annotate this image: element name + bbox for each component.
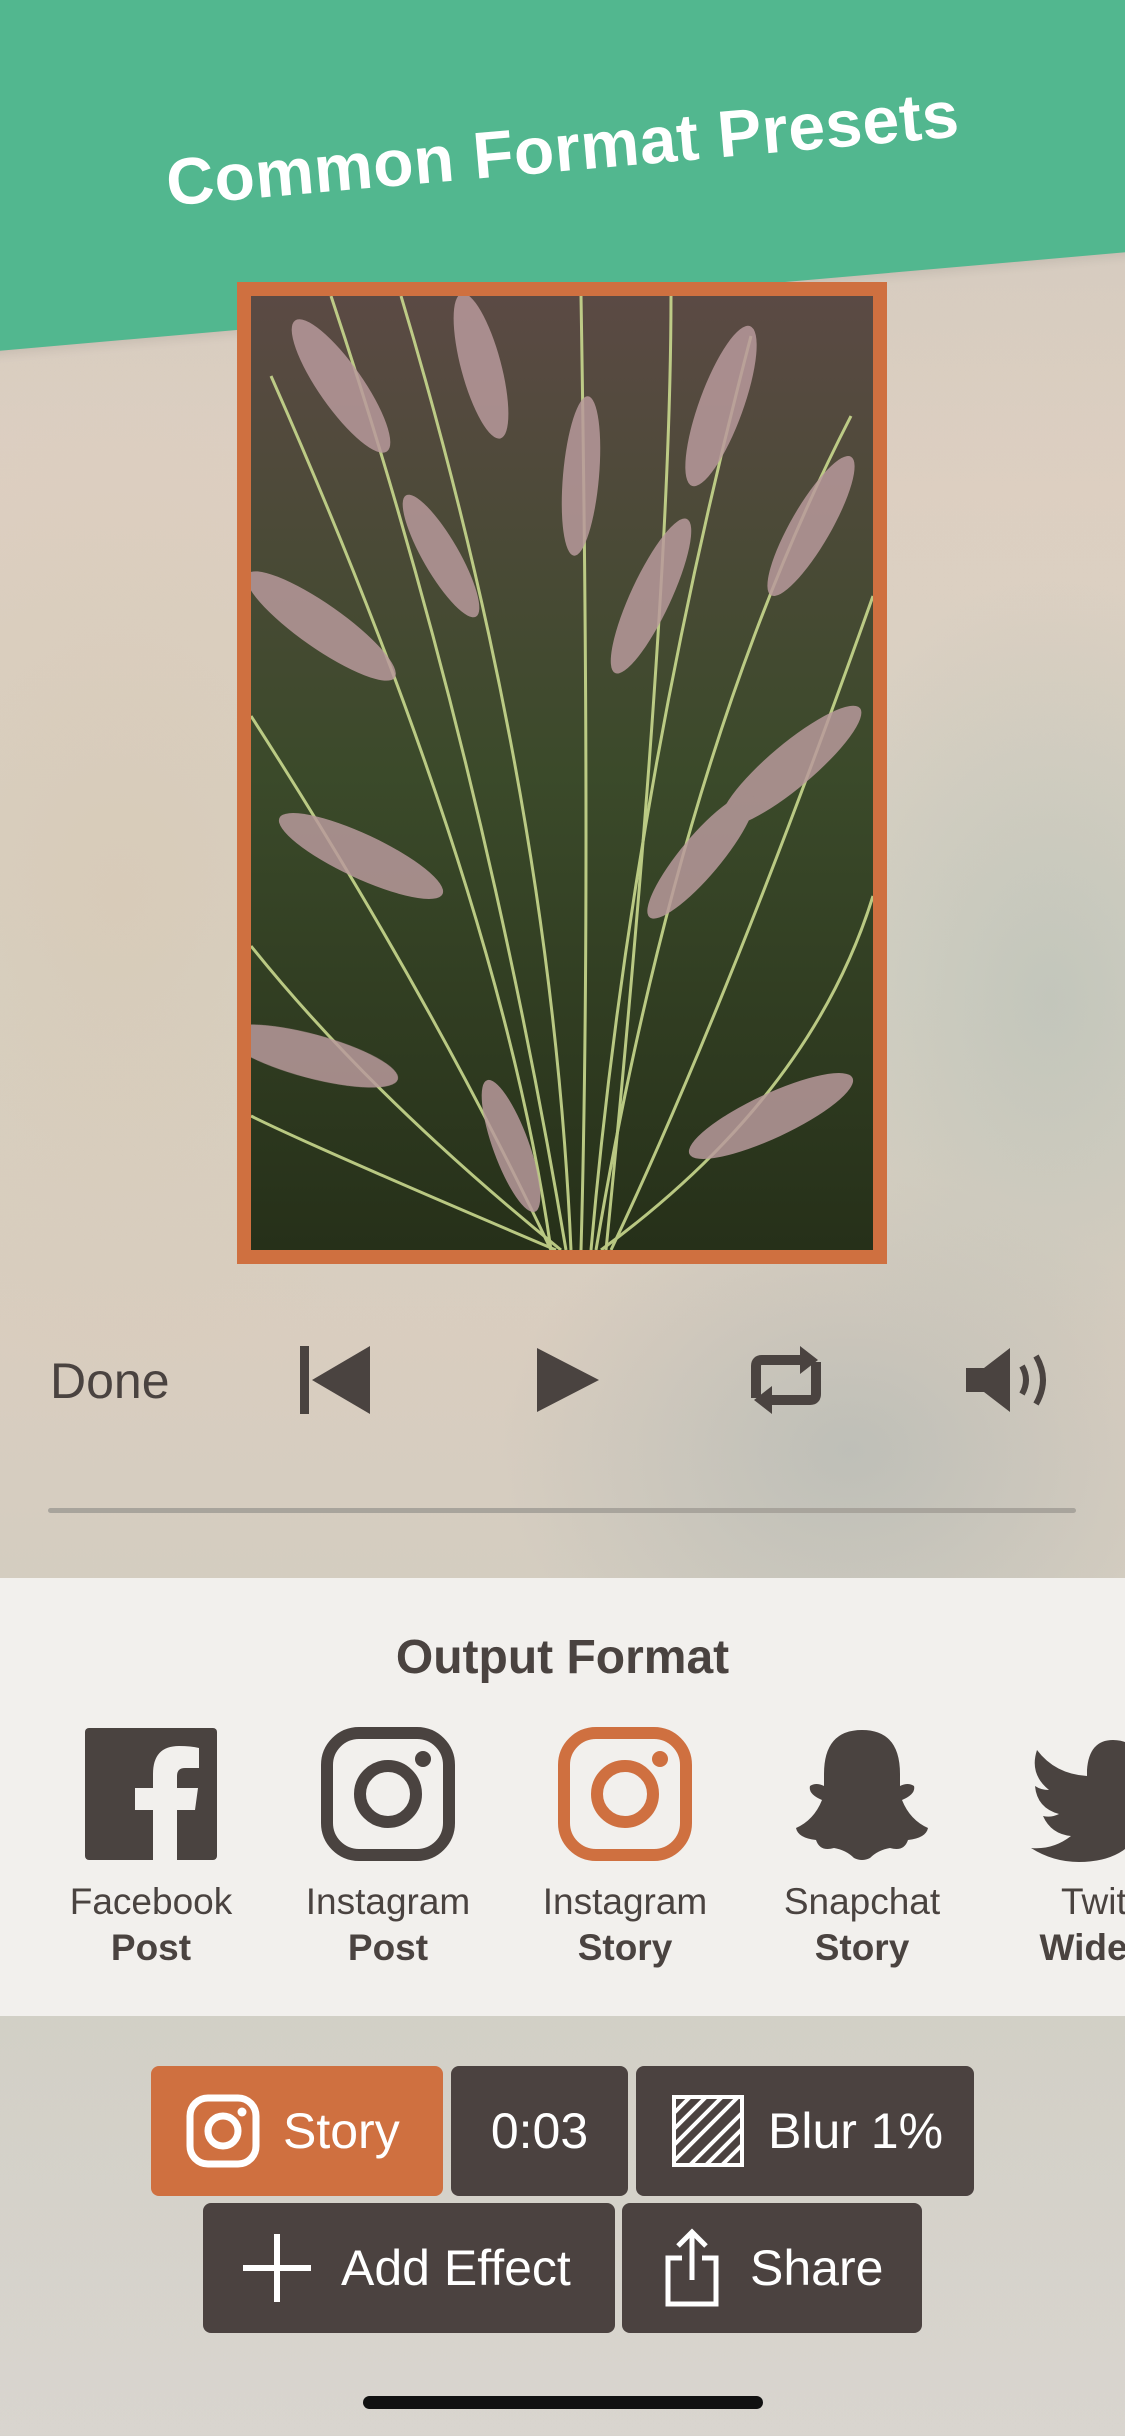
plus-icon: [243, 2234, 311, 2302]
share-label: Share: [750, 2240, 884, 2296]
skip-back-icon[interactable]: [298, 1340, 372, 1420]
loop-icon[interactable]: [738, 1340, 834, 1420]
duration-button[interactable]: 0:03: [451, 2066, 628, 2196]
output-format-panel: Output Format Facebook Post Instagram Po…: [0, 1578, 1125, 2016]
blur-button[interactable]: Blur 1%: [636, 2066, 974, 2196]
playback-controls: Done: [0, 1330, 1125, 1430]
preset-line1: Snapchat: [783, 1881, 941, 1922]
video-preview-frame[interactable]: [237, 282, 887, 1264]
preset-snapchat-story[interactable]: Snapchat Story: [752, 1724, 972, 1969]
facebook-icon: [85, 1728, 217, 1860]
snapchat-icon: [796, 1730, 928, 1860]
blur-icon: [672, 2095, 744, 2167]
volume-icon[interactable]: [964, 1340, 1064, 1420]
done-button[interactable]: Done: [50, 1352, 170, 1410]
home-indicator[interactable]: [363, 2396, 763, 2409]
preset-line1: Twitt: [1060, 1881, 1125, 1922]
preset-line1: Instagram: [542, 1881, 708, 1922]
share-icon: [665, 2228, 719, 2307]
preset-line2: Story: [814, 1927, 910, 1968]
preset-line1: Instagram: [305, 1881, 471, 1922]
add-effect-label: Add Effect: [341, 2240, 571, 2296]
preset-line2: Wide 7: [1039, 1927, 1125, 1968]
twitter-icon: [1031, 1740, 1125, 1862]
output-format-heading: Output Format: [395, 1631, 730, 1684]
play-icon[interactable]: [535, 1340, 601, 1420]
playback-scrubber[interactable]: [48, 1508, 1076, 1513]
preset-instagram-post[interactable]: Instagram Post: [278, 1724, 498, 1969]
preset-line2: Post: [110, 1927, 192, 1968]
preset-line1: Facebook: [69, 1881, 233, 1922]
preset-twitter-wide[interactable]: Twitt Wide 7: [989, 1724, 1125, 1969]
instagram-icon: [321, 1727, 455, 1861]
preset-line2: Post: [347, 1927, 429, 1968]
preset-instagram-story[interactable]: Instagram Story: [515, 1724, 735, 1969]
video-preview: [251, 296, 873, 1250]
format-button-label: Story: [283, 2103, 400, 2159]
preset-line2: Story: [577, 1927, 673, 1968]
grass-photo: [251, 296, 873, 1250]
share-button[interactable]: Share: [622, 2203, 922, 2333]
preset-facebook-post[interactable]: Facebook Post: [41, 1724, 261, 1969]
duration-label: 0:03: [490, 2103, 589, 2159]
instagram-icon: [558, 1727, 692, 1861]
instagram-icon: [186, 2094, 260, 2168]
format-button[interactable]: Story: [151, 2066, 443, 2196]
blur-label: Blur 1%: [768, 2103, 944, 2159]
add-effect-button[interactable]: Add Effect: [203, 2203, 615, 2333]
